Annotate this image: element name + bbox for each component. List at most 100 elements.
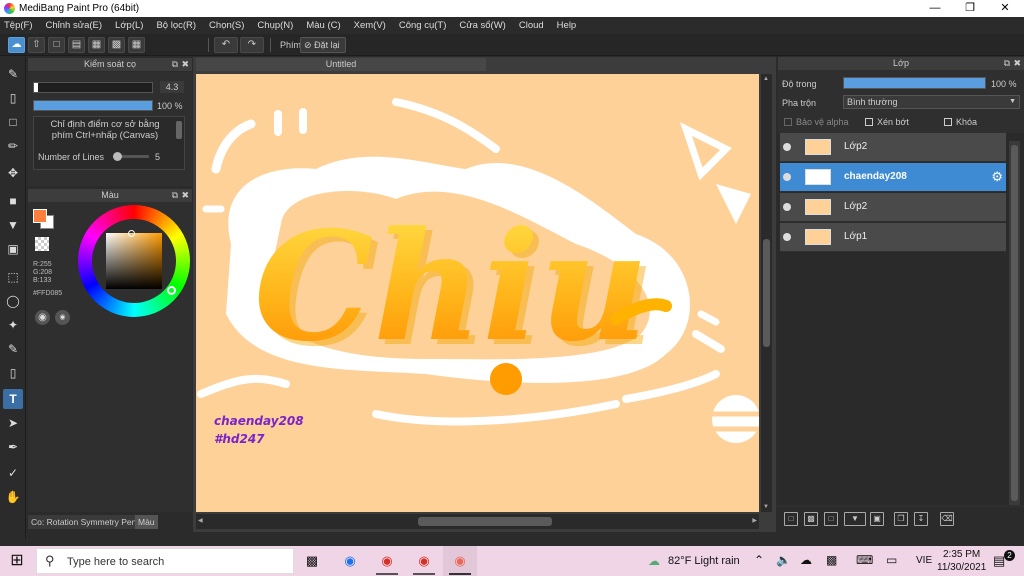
chrome-icon[interactable]: ◉ [413,550,435,572]
display-icon[interactable]: ▭ [886,553,897,567]
grid-icon[interactable]: ▩ [108,37,125,53]
language-indicator[interactable]: VIE [916,555,932,566]
tab-brush[interactable]: Co: Rotation Symmetry Pen [28,515,140,529]
onedrive-icon[interactable]: ☁ [800,553,812,567]
note-scrollbar[interactable] [176,121,182,139]
brush-opacity-slider[interactable] [33,100,153,111]
menu-layer[interactable]: Lớp(L) [115,20,143,31]
scroll-left-icon[interactable]: ◀ [198,517,203,524]
fill-rectangle-icon[interactable]: ■ [3,191,23,211]
select-tool-icon[interactable]: ⬚ [3,267,23,287]
lines-slider-thumb[interactable] [113,152,122,161]
weather-text[interactable]: 82°F Light rain [668,555,740,567]
eye-icon[interactable] [783,233,791,241]
magic-wand-icon[interactable]: ✦ [3,315,23,335]
new-halftone-layer-icon[interactable]: ▩ [804,512,818,526]
dropper-tool-icon[interactable]: ✒ [3,437,23,457]
select-eraser-icon[interactable]: ▯ [3,363,23,383]
weather-icon[interactable]: ☁ [648,554,660,568]
hue-ring[interactable] [78,205,190,317]
brush-size-slider[interactable] [33,82,153,93]
menu-help[interactable]: Help [557,20,577,31]
windows-start-icon[interactable]: ⊞ [6,550,28,572]
protect-alpha-checkbox[interactable] [784,118,792,126]
popout-icon[interactable]: ⧉ [172,58,178,71]
canvas[interactable]: Chiu Chiu chaenday208 #hd247 [196,74,759,512]
menu-snap[interactable]: Chụp(N) [257,20,293,31]
close-panel-icon[interactable]: ✖ [1013,57,1021,70]
layer-opacity-slider[interactable] [843,77,986,89]
menu-filter[interactable]: Bộ lọc(R) [156,20,196,31]
clock-time[interactable]: 2:35 PM [943,549,980,560]
comment-icon[interactable]: □ [48,37,65,53]
eyedropper-icon[interactable]: ✓ [3,463,23,483]
gradient-tool-icon[interactable]: ▣ [3,239,23,259]
brush-size-value[interactable]: 4.3 [160,81,184,93]
medibang-icon[interactable]: ◉ [449,550,471,572]
layer-scrollbar[interactable] [1009,141,1020,505]
folder-icon[interactable]: ▣ [870,512,884,526]
close-panel-icon[interactable]: ✖ [181,189,189,202]
hand-tool-icon[interactable]: ✋ [3,487,23,507]
foreground-color-swatch[interactable] [33,209,47,223]
eraser-tool-icon[interactable]: ▯ [3,88,23,108]
tab-color[interactable]: Màu [135,515,158,529]
table-icon[interactable]: ▦ [128,37,145,53]
lock-checkbox[interactable] [944,118,952,126]
gear-icon[interactable]: ⚙ [991,169,1003,185]
scroll-down-icon[interactable]: ▼ [763,504,769,510]
menu-cloud[interactable]: Cloud [519,20,544,31]
operation-tool-icon[interactable]: ➤ [3,413,23,433]
text-tool-icon[interactable]: T [3,389,23,409]
task-view-icon[interactable]: ▩ [301,550,323,572]
close-panel-icon[interactable]: ✖ [181,58,189,71]
popout-icon[interactable]: ⧉ [1004,57,1010,70]
pen-tool-icon[interactable]: ✏ [3,136,23,156]
chevron-up-icon[interactable]: ⌃ [754,553,764,567]
brush-tool-icon[interactable]: ✎ [3,64,23,84]
lines-slider[interactable] [113,152,149,161]
horizontal-scrollbar[interactable]: ◀ ▶ [196,514,759,529]
keyboard-icon[interactable]: ⌨ [856,553,873,567]
menu-color[interactable]: Màu (C) [306,20,340,31]
layer-row[interactable]: Lớp2 [780,133,1006,162]
transparent-color-swatch[interactable] [35,237,49,251]
layer-row[interactable]: Lớp1 [780,223,1006,252]
horizontal-scroll-thumb[interactable] [418,517,552,526]
page-icon[interactable]: ▦ [88,37,105,53]
menu-select[interactable]: Chọn(S) [209,20,244,31]
undo-button[interactable]: ↶ [214,37,238,53]
vertical-scrollbar[interactable]: ▲ ▼ [761,74,772,512]
blend-mode-select[interactable]: Bình thường ▼ [843,95,1020,109]
search-box[interactable]: ⚲ Type here to search [36,548,294,574]
duplicate-layer-icon[interactable]: ❐ [894,512,908,526]
eye-icon[interactable] [783,143,791,151]
move-tool-icon[interactable]: ✥ [3,163,23,183]
layer-scroll-thumb[interactable] [1011,145,1018,501]
document-tab[interactable]: Untitled [196,58,486,71]
clock-date[interactable]: 11/30/2021 [937,562,986,573]
delete-layer-icon[interactable]: ⌫ [940,512,954,526]
new-layer-icon[interactable]: □ [784,512,798,526]
palette-icon[interactable]: ◉ [35,310,50,325]
eye-icon[interactable] [783,203,791,211]
reset-button[interactable]: ⊘ Đặt lại [300,37,346,53]
cloud-icon[interactable]: ☁ [8,37,25,53]
clipping-checkbox[interactable] [865,118,873,126]
rectangle-tool-icon[interactable]: □ [3,112,23,132]
edge-browser-icon[interactable]: ◉ [339,550,361,572]
menu-edit[interactable]: Chỉnh sửa(E) [46,20,103,31]
minimize-button[interactable]: — [918,0,952,17]
saturation-value-square[interactable] [106,233,162,289]
network-icon[interactable]: ▩ [826,553,837,567]
close-button[interactable]: ✕ [988,0,1022,17]
add-layer-menu-icon[interactable]: ▼ [844,512,866,526]
bucket-tool-icon[interactable]: ▼ [3,215,23,235]
chrome-icon[interactable]: ◉ [376,550,398,572]
popout-icon[interactable]: ⧉ [172,189,178,202]
speaker-icon[interactable]: 🔈 [776,553,791,567]
vertical-scroll-thumb[interactable] [763,239,770,347]
scroll-right-icon[interactable]: ▶ [752,517,757,524]
merge-layer-icon[interactable]: ↧ [914,512,928,526]
select-pen-icon[interactable]: ✎ [3,339,23,359]
